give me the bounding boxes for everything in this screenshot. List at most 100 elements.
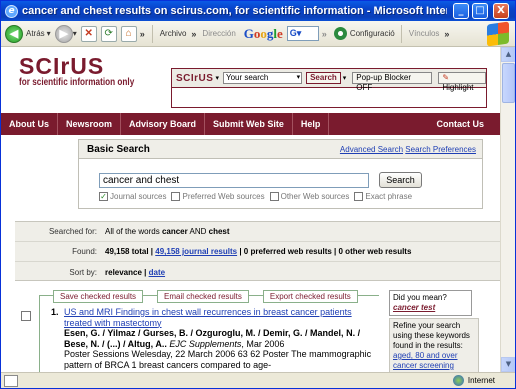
- nav-help[interactable]: Help: [293, 113, 330, 135]
- highlight-button[interactable]: ✎ Highlight: [438, 72, 486, 92]
- vertical-scrollbar[interactable]: ▲ ▼: [500, 47, 515, 372]
- basic-search-header: Basic Search Advanced Search Search Pref…: [78, 139, 483, 159]
- source-options: ✓ Journal sources Preferred Web sources O…: [99, 192, 417, 201]
- sort-relevance: relevance: [105, 267, 142, 277]
- popup-blocker-toggle[interactable]: Pop-up Blocker OFF: [352, 72, 433, 92]
- option-other-web-sources[interactable]: Other Web sources: [269, 192, 349, 201]
- sort-options: relevance | date: [105, 267, 166, 277]
- search-preferences-link[interactable]: Search Preferences: [405, 145, 476, 154]
- search-scope-select[interactable]: Your search: [222, 72, 303, 84]
- result-actions: Save checked results Email checked resul…: [53, 290, 393, 303]
- found-value: 49,158 total | 49,158 journal results | …: [105, 247, 412, 256]
- dropdown-arrow-icon[interactable]: ▾: [215, 74, 219, 82]
- save-checked-results-button[interactable]: Save checked results: [53, 290, 144, 303]
- scirus-logo[interactable]: SCIrUS for scientific information only: [19, 53, 160, 89]
- ie-icon: e: [5, 4, 18, 18]
- sort-date-link[interactable]: date: [149, 268, 165, 277]
- result-checkbox[interactable]: [21, 311, 31, 321]
- results-frame-line: [39, 295, 40, 372]
- result-snippet: Poster Sessions Welesday, 22 March 2006 …: [64, 349, 372, 370]
- minimize-button[interactable]: _: [453, 3, 469, 19]
- browser-window: e cancer and chest results on scirus.com…: [0, 0, 516, 389]
- scroll-up-icon[interactable]: ▲: [501, 47, 515, 62]
- option-exact-phrase[interactable]: Exact phrase: [354, 192, 412, 201]
- searched-for-value: All of the words cancer AND chest: [105, 227, 230, 236]
- nav-about-us[interactable]: About Us: [1, 113, 58, 135]
- toolbar: ◀ Atrás ▾ ▶ ▾ ✕ ⟳ ⌂ » Archivo » Direcció…: [1, 21, 515, 47]
- google-search-box[interactable]: G▾: [286, 26, 319, 41]
- separator: [151, 24, 153, 43]
- checkbox-icon[interactable]: [354, 192, 364, 201]
- journal-results-link[interactable]: 49,158 journal results: [155, 247, 237, 256]
- settings-gear-icon[interactable]: [333, 27, 347, 40]
- refine-search-box: Refine your search using these keywords …: [389, 318, 479, 372]
- result-item: 1. US and MRI Findings in chest wall rec…: [51, 307, 381, 370]
- email-checked-results-button[interactable]: Email checked results: [157, 290, 249, 303]
- main-nav: About Us Newsroom Advisory Board Submit …: [1, 113, 500, 135]
- mini-logo: SCIrUS: [176, 72, 214, 84]
- logo-tagline: for scientific information only: [19, 77, 135, 88]
- refine-link[interactable]: cancer screening: [393, 361, 454, 370]
- did-you-mean-box: Did you mean? cancer test: [389, 290, 472, 316]
- checkbox-icon[interactable]: [269, 192, 279, 201]
- option-preferred-web-sources[interactable]: Preferred Web sources: [171, 192, 265, 201]
- did-you-mean-link[interactable]: cancer test: [393, 303, 435, 312]
- status-bar: Internet: [1, 372, 515, 388]
- export-checked-results-button[interactable]: Export checked results: [262, 290, 358, 303]
- search-arrow-icon[interactable]: »: [322, 29, 327, 39]
- internet-globe-icon: [452, 375, 464, 386]
- maximize-button[interactable]: □: [472, 3, 488, 19]
- basic-search-heading: Basic Search: [87, 143, 150, 155]
- checkbox-checked-icon[interactable]: ✓: [99, 192, 108, 201]
- page-icon: [4, 374, 18, 387]
- option-journal-sources[interactable]: ✓ Journal sources: [99, 192, 166, 201]
- chevron-right-icon[interactable]: »: [140, 29, 145, 39]
- scroll-thumb[interactable]: [502, 63, 515, 103]
- result-date: , Mar 2006: [241, 338, 285, 349]
- basic-search-panel: cancer and chest Search ✓ Journal sources…: [78, 159, 483, 209]
- result-title-link[interactable]: US and MRI Findings in chest wall recurr…: [64, 307, 352, 328]
- sort-by-label: Sort by:: [69, 267, 97, 277]
- forward-arrow-icon[interactable]: ▶: [54, 24, 73, 43]
- configuracion-button[interactable]: Configuració: [350, 29, 395, 38]
- security-zone: Internet: [452, 375, 495, 386]
- window-title: cancer and chest results on scirus.com, …: [22, 5, 447, 17]
- toolbar-search-button[interactable]: Search: [306, 72, 341, 84]
- searched-for-label: Searched for:: [48, 227, 97, 236]
- checkbox-icon[interactable]: [171, 192, 181, 201]
- refresh-icon[interactable]: ⟳: [100, 25, 117, 42]
- advanced-search-link[interactable]: Advanced Search: [340, 145, 403, 154]
- address-label[interactable]: Dirección: [202, 29, 235, 38]
- result-number: 1.: [51, 307, 59, 317]
- nav-newsroom[interactable]: Newsroom: [58, 113, 122, 135]
- scirus-toolbar-box: SCIrUS ▾ Your search Search ▾ Pop-up Blo…: [171, 68, 487, 108]
- separator: [400, 24, 402, 43]
- page-viewport: SCIrUS for scientific information only S…: [1, 47, 500, 372]
- dropdown-arrow-icon[interactable]: ▾: [343, 74, 347, 82]
- dropdown-arrow-icon[interactable]: ▾: [47, 29, 51, 38]
- dropdown-arrow-icon[interactable]: ▾: [73, 29, 77, 38]
- chevron-right-icon[interactable]: »: [191, 29, 196, 39]
- windows-logo-icon: [487, 21, 509, 47]
- search-summary: Searched for: All of the words cancer AN…: [15, 221, 500, 281]
- found-label: Found:: [72, 247, 97, 256]
- nav-submit-web-site[interactable]: Submit Web Site: [205, 113, 293, 135]
- nav-advisory-board[interactable]: Advisory Board: [121, 113, 206, 135]
- title-bar: e cancer and chest results on scirus.com…: [1, 1, 515, 21]
- home-icon[interactable]: ⌂: [120, 25, 137, 42]
- logo-mark: SCIrUS: [19, 53, 105, 79]
- chevron-right-icon[interactable]: »: [444, 29, 449, 39]
- close-button[interactable]: X: [493, 3, 509, 19]
- stop-icon[interactable]: ✕: [80, 25, 97, 42]
- menu-archivo[interactable]: Archivo: [160, 29, 187, 38]
- nav-contact-us[interactable]: Contact Us: [428, 113, 492, 135]
- search-query-input[interactable]: cancer and chest: [99, 173, 369, 188]
- links-label[interactable]: Vínculos: [409, 29, 440, 38]
- back-label[interactable]: Atrás: [26, 29, 45, 38]
- pencil-icon: ✎: [442, 73, 450, 82]
- back-arrow-icon[interactable]: ◀: [5, 24, 23, 43]
- scroll-down-icon[interactable]: ▼: [501, 357, 515, 372]
- search-button[interactable]: Search: [379, 172, 422, 188]
- zone-label: Internet: [467, 376, 495, 385]
- refine-link[interactable]: aged, 80 and over: [393, 351, 458, 360]
